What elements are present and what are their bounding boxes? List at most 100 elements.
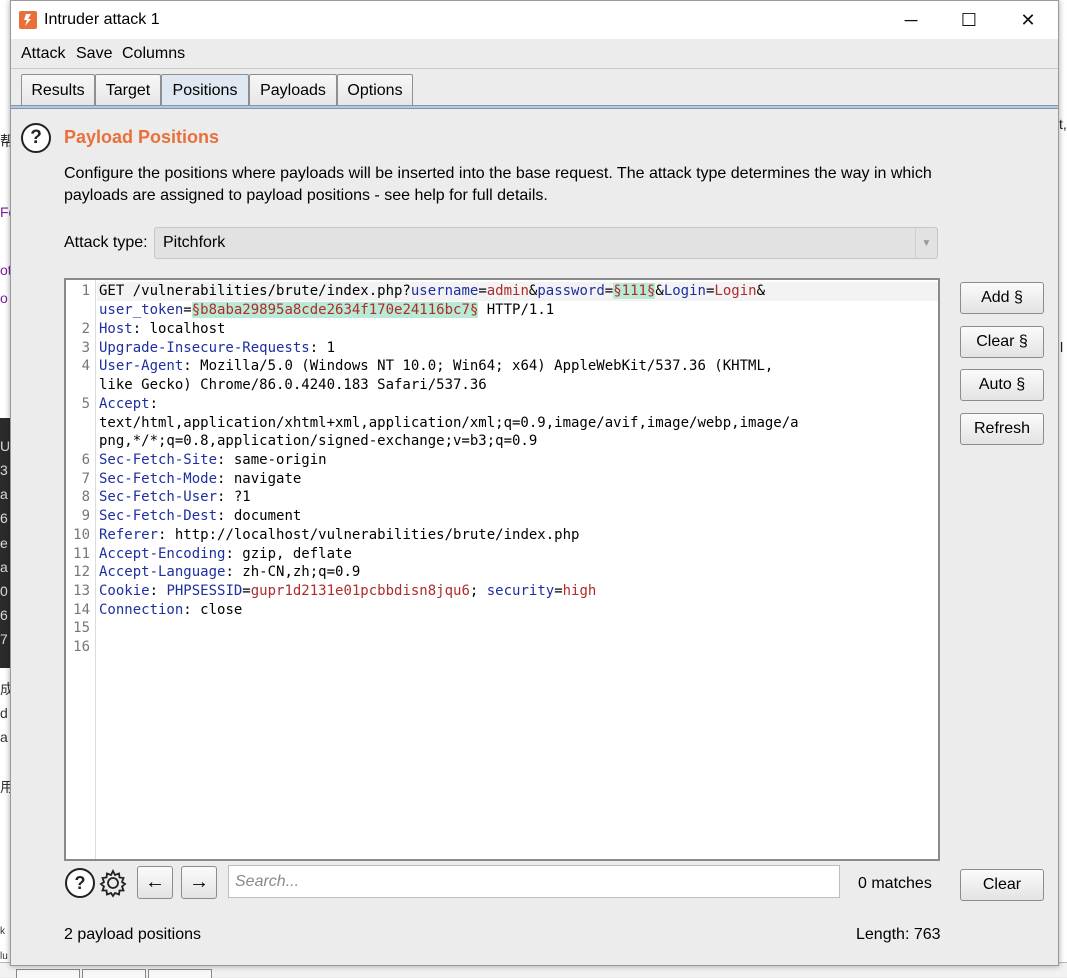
background-app-right [1059, 0, 1067, 977]
close-icon: ✕ [1020, 9, 1036, 30]
background-fragment: 6 [0, 607, 8, 623]
line-number: 5 [81, 396, 90, 412]
payload-position-marker: §b8aba29895a8cde2634f170e24116bc7§ [191, 302, 479, 318]
search-input[interactable] [228, 865, 840, 898]
line-number: 2 [81, 321, 90, 337]
header-line: Upgrade-Insecure-Requests: 1 [99, 340, 336, 356]
clear-payload-markers-button[interactable]: Clear § [960, 326, 1044, 358]
tab-results[interactable]: Results [21, 74, 95, 106]
header-line: Sec-Fetch-Mode: navigate [99, 471, 302, 487]
payload-positions-count: 2 payload positions [64, 926, 201, 943]
line-number: 10 [73, 527, 90, 543]
attack-type-value: Pitchfork [163, 234, 226, 251]
line-number: 15 [73, 620, 90, 636]
header-line: Sec-Fetch-Site: same-origin [99, 452, 327, 468]
header-line: Sec-Fetch-User: ?1 [99, 489, 251, 505]
menu-save[interactable]: Save [76, 45, 112, 63]
header-line: Connection: close [99, 602, 243, 618]
title-bar: Intruder attack 1 ─ ☐ ✕ [11, 1, 1058, 39]
background-fragment: l [1060, 339, 1064, 355]
line-number: 6 [81, 452, 90, 468]
background-fragment: U [0, 438, 11, 454]
line-number: 7 [81, 471, 90, 487]
background-fragment: 3 [0, 462, 8, 478]
tab-options[interactable]: Options [337, 74, 413, 106]
background-fragment: 7 [0, 631, 8, 647]
header-line: User-Agent: Mozilla/5.0 (Windows NT 10.0… [99, 358, 774, 374]
tab-positions[interactable]: Positions [161, 74, 249, 106]
previous-match-button[interactable]: ← [137, 866, 173, 899]
next-match-button[interactable]: → [181, 866, 217, 899]
background-fragment: a [0, 486, 8, 502]
background-fragment: 0 [0, 583, 8, 599]
clear-search-button[interactable]: Clear [960, 869, 1044, 901]
header-line: Host: localhost [99, 321, 226, 337]
help-icon: ? [65, 868, 95, 898]
attack-type-label: Attack type: [64, 234, 148, 251]
header-line: Sec-Fetch-Dest: document [99, 508, 302, 524]
close-button[interactable]: ✕ [999, 1, 1057, 39]
line-number-gutter: 1 2 3 4 5 6 7 8 9 10 11 12 13 14 15 16 [66, 280, 96, 859]
request-editor[interactable]: 1 2 3 4 5 6 7 8 9 10 11 12 13 14 15 16 G… [64, 278, 940, 861]
background-fragment: a [0, 559, 8, 575]
tab-bar: Results Target Positions Payloads Option… [11, 70, 1058, 110]
background-fragment: 6 [0, 510, 8, 526]
line-number: 1 [81, 283, 90, 299]
line-number: 9 [81, 508, 90, 524]
request-length: Length: 763 [856, 926, 941, 943]
arrow-left-icon: ← [145, 871, 165, 893]
intruder-attack-window: Intruder attack 1 ─ ☐ ✕ Attack Save Colu… [10, 0, 1059, 966]
menu-bar: Attack Save Columns [11, 39, 1058, 69]
background-fragment: t, [1059, 116, 1067, 132]
refresh-button[interactable]: Refresh [960, 413, 1044, 445]
header-line: Referer: http://localhost/vulnerabilitie… [99, 527, 580, 543]
tab-target[interactable]: Target [95, 74, 161, 106]
burp-app-icon [19, 11, 37, 29]
line-number: 14 [73, 602, 90, 618]
background-fragment: e [0, 535, 8, 551]
request-line: GET /vulnerabilities/brute/index.php?use… [99, 283, 765, 299]
line-number: 11 [73, 546, 90, 562]
header-line: Accept-Encoding: gzip, deflate [99, 546, 352, 562]
header-line-continuation: png,*/*;q=0.8,application/signed-exchang… [99, 433, 538, 449]
description-line: Configure the positions where payloads w… [64, 165, 932, 182]
auto-payload-markers-button[interactable]: Auto § [960, 369, 1044, 401]
header-line: Accept: [99, 396, 159, 412]
background-fragment: d [0, 705, 8, 721]
maximize-icon: ☐ [960, 9, 978, 30]
menu-columns[interactable]: Columns [122, 45, 185, 63]
payload-position-marker: §111§ [613, 283, 656, 299]
menu-attack[interactable]: Attack [21, 45, 65, 63]
section-description: Configure the positions where payloads w… [64, 163, 944, 207]
minimize-button[interactable]: ─ [882, 1, 940, 39]
window-title: Intruder attack 1 [44, 11, 160, 28]
line-number: 8 [81, 489, 90, 505]
add-payload-marker-button[interactable]: Add § [960, 282, 1044, 314]
line-number: 3 [81, 340, 90, 356]
chevron-down-icon: ▼ [915, 228, 937, 258]
background-fragment: o [0, 290, 8, 306]
minimize-icon: ─ [904, 9, 918, 30]
line-number: 13 [73, 583, 90, 599]
gear-icon [99, 868, 127, 898]
attack-type-select[interactable]: Pitchfork ▼ [154, 227, 938, 259]
help-icon[interactable]: ? [21, 123, 51, 153]
background-fragment: k [0, 926, 5, 937]
header-line-continuation: like Gecko) Chrome/86.0.4240.183 Safari/… [99, 377, 487, 393]
section-title: Payload Positions [64, 127, 220, 147]
background-fragment: a [0, 729, 8, 745]
line-number: 16 [73, 639, 90, 655]
maximize-button[interactable]: ☐ [940, 1, 998, 39]
arrow-right-icon: → [189, 871, 209, 893]
search-settings-button[interactable] [97, 867, 129, 899]
match-count: 0 matches [858, 875, 932, 892]
tab-underline [11, 105, 1058, 109]
line-number: 12 [73, 564, 90, 580]
header-line-continuation: text/html,application/xhtml+xml,applicat… [99, 415, 799, 431]
header-line: Cookie: PHPSESSID=gupr1d2131e01pcbbdisn8… [99, 583, 597, 599]
search-help-button[interactable]: ? [64, 867, 96, 899]
tab-payloads[interactable]: Payloads [249, 74, 337, 106]
description-line: payloads are assigned to payload positio… [64, 187, 548, 204]
line-number: 4 [81, 358, 90, 374]
header-line: Accept-Language: zh-CN,zh;q=0.9 [99, 564, 361, 580]
